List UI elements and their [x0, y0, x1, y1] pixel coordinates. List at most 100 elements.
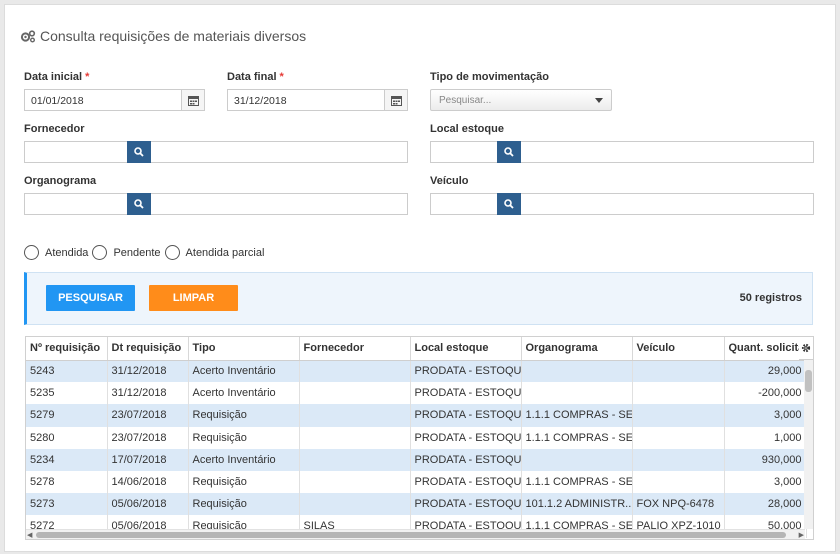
- table-cell: [299, 448, 411, 471]
- table-cell: PRODATA - ESTOQUE: [410, 404, 522, 427]
- tipo-movimentacao-label: Tipo de movimentação: [430, 71, 549, 83]
- table-cell: 5278: [26, 470, 108, 494]
- table-cell: [632, 426, 725, 449]
- search-button[interactable]: PESQUISAR: [46, 285, 135, 311]
- table-cell: 05/06/2018: [107, 493, 189, 516]
- table-row[interactable]: 5279 23/07/2018 Requisição PRODATA - EST…: [26, 404, 807, 427]
- column-header[interactable]: Dt requisição: [107, 337, 189, 361]
- scroll-right-icon[interactable]: ▶: [799, 531, 804, 539]
- organograma-label: Organograma: [24, 175, 97, 187]
- table-cell: 1.1.1 COMPRAS - SE...: [521, 404, 633, 427]
- clear-button[interactable]: LIMPAR: [149, 285, 238, 311]
- table-cell: Acerto Inventário: [188, 360, 300, 383]
- table-cell: PRODATA - ESTOQUE: [410, 470, 522, 494]
- status-radio-group: Atendida Pendente Atendida parcial: [24, 245, 268, 260]
- column-header[interactable]: Organograma: [521, 337, 633, 361]
- vertical-scrollbar[interactable]: [804, 360, 813, 529]
- column-header[interactable]: Veículo: [632, 337, 725, 361]
- table-cell: 101.1.2 ADMINISTR...: [521, 493, 633, 516]
- radio-pendente[interactable]: Pendente: [92, 245, 161, 260]
- page-title-text: Consulta requisições de materiais divers…: [40, 28, 307, 44]
- table-row[interactable]: 5243 31/12/2018 Acerto Inventário PRODAT…: [26, 360, 807, 383]
- fornecedor-lookup[interactable]: [24, 141, 408, 163]
- search-icon[interactable]: [127, 141, 151, 163]
- table-cell: [632, 360, 725, 383]
- radio-circle[interactable]: [92, 245, 108, 260]
- veiculo-lookup[interactable]: [430, 193, 814, 215]
- tipo-movimentacao-select[interactable]: Pesquisar...: [430, 89, 612, 111]
- table-cell: 14/06/2018: [107, 470, 189, 494]
- table-row[interactable]: 5235 31/12/2018 Acerto Inventário PRODAT…: [26, 382, 807, 405]
- scrollbar-thumb[interactable]: [36, 532, 786, 538]
- table-cell: [632, 382, 725, 405]
- required-marker: *: [279, 71, 284, 83]
- table-cell: 3,000: [724, 470, 807, 494]
- table-cell: 23/07/2018: [107, 404, 189, 427]
- column-header[interactable]: Nº requisição: [26, 337, 108, 361]
- data-inicial-field[interactable]: 01/01/2018: [24, 89, 205, 111]
- fornecedor-label: Fornecedor: [24, 123, 85, 135]
- table-cell: [632, 448, 725, 471]
- scroll-left-icon[interactable]: ◀: [27, 531, 32, 539]
- data-final-label: Data final *: [227, 71, 284, 83]
- table-cell: 3,000: [724, 404, 807, 427]
- veiculo-label: Veículo: [430, 175, 469, 187]
- table-cell: 1.1.1 COMPRAS - SE...: [521, 470, 633, 494]
- column-header[interactable]: Fornecedor: [299, 337, 411, 361]
- action-bar: PESQUISAR LIMPAR 50 registros: [24, 272, 813, 325]
- table-cell: [521, 360, 633, 383]
- table-row[interactable]: 5234 17/07/2018 Acerto Inventário PRODAT…: [26, 448, 807, 471]
- record-count: 50 registros: [739, 292, 802, 304]
- radio-circle[interactable]: [24, 245, 39, 260]
- local-estoque-lookup[interactable]: [430, 141, 814, 163]
- table-cell: 23/07/2018: [107, 426, 189, 449]
- scrollbar-thumb[interactable]: [805, 370, 812, 392]
- horizontal-scrollbar[interactable]: ◀ ▶: [26, 529, 805, 539]
- calendar-icon[interactable]: [384, 90, 407, 110]
- table-row[interactable]: 5280 23/07/2018 Requisição PRODATA - EST…: [26, 426, 807, 449]
- column-header[interactable]: Quant. solicitada: [724, 337, 807, 361]
- search-icon[interactable]: [127, 193, 151, 215]
- select-placeholder: Pesquisar...: [439, 94, 492, 106]
- table-cell: 1.1.1 COMPRAS - SE...: [521, 426, 633, 449]
- radio-circle[interactable]: [164, 245, 180, 260]
- results-grid: Nº requisição Dt requisição Tipo Fornece…: [25, 336, 814, 540]
- table-cell: 5235: [26, 382, 108, 405]
- data-final-input[interactable]: 31/12/2018: [228, 90, 384, 110]
- data-final-field[interactable]: 31/12/2018: [227, 89, 408, 111]
- table-cell: 17/07/2018: [107, 448, 189, 471]
- search-icon[interactable]: [497, 141, 521, 163]
- search-icon[interactable]: [497, 193, 521, 215]
- table-cell: -200,000: [724, 382, 807, 405]
- table-cell: Requisição: [188, 404, 300, 427]
- required-marker: *: [85, 71, 90, 83]
- table-cell: [521, 382, 633, 405]
- data-inicial-input[interactable]: 01/01/2018: [25, 90, 181, 110]
- table-cell: [632, 470, 725, 494]
- table-row[interactable]: 5278 14/06/2018 Requisição PRODATA - EST…: [26, 470, 807, 494]
- column-header[interactable]: Tipo: [188, 337, 300, 361]
- table-cell: PRODATA - ESTOQUE: [410, 382, 522, 405]
- table-cell: 5279: [26, 404, 108, 427]
- table-cell: Requisição: [188, 493, 300, 516]
- table-cell: [299, 426, 411, 449]
- column-header[interactable]: Local estoque: [410, 337, 522, 361]
- table-cell: PRODATA - ESTOQUE: [410, 448, 522, 471]
- table-cell: 28,000: [724, 493, 807, 516]
- radio-atendida-parcial[interactable]: Atendida parcial: [164, 245, 265, 260]
- gear-icon[interactable]: [799, 337, 813, 360]
- table-cell: 930,000: [724, 448, 807, 471]
- table-row[interactable]: 5273 05/06/2018 Requisição PRODATA - EST…: [26, 493, 807, 516]
- data-inicial-label: Data inicial *: [24, 71, 90, 83]
- calendar-icon[interactable]: [181, 90, 204, 110]
- table-cell: 1,000: [724, 426, 807, 449]
- table-header-row: Nº requisição Dt requisição Tipo Fornece…: [26, 337, 807, 361]
- radio-atendida[interactable]: Atendida: [24, 245, 88, 260]
- table-cell: 5243: [26, 360, 108, 383]
- table-cell: 29,000: [724, 360, 807, 383]
- table-cell: 31/12/2018: [107, 360, 189, 383]
- radio-label: Atendida parcial: [185, 246, 265, 259]
- table-cell: PRODATA - ESTOQUE: [410, 493, 522, 516]
- organograma-lookup[interactable]: [24, 193, 408, 215]
- gears-icon: [20, 29, 36, 43]
